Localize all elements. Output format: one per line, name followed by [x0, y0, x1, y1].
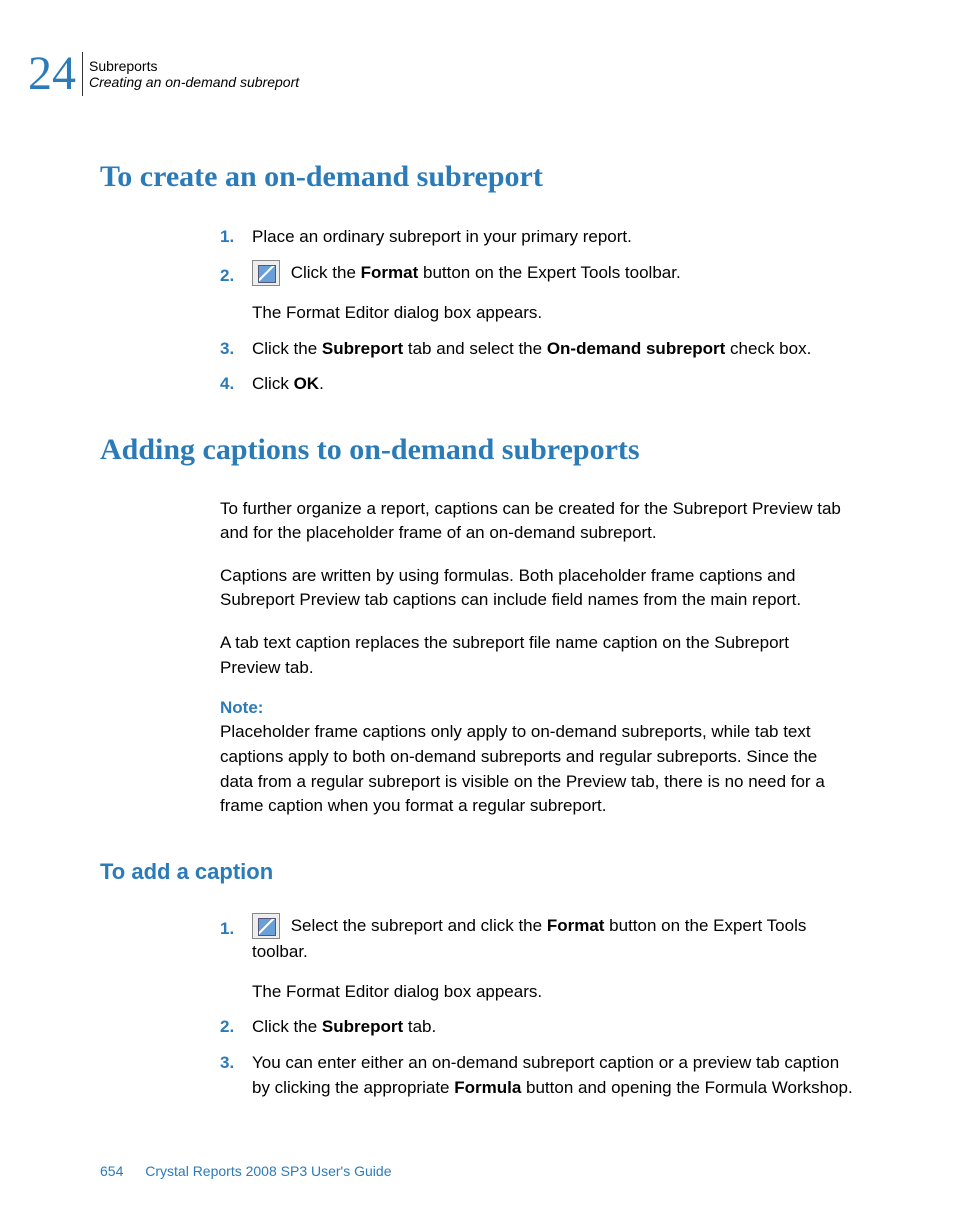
chapter-number: 24: [28, 50, 76, 98]
step-bold: Subreport: [322, 339, 403, 358]
step-bold: On-demand subreport: [547, 339, 726, 358]
step-number: 3.: [220, 336, 234, 362]
note-label: Note:: [220, 698, 854, 718]
step-number: 2.: [220, 263, 234, 289]
heading-create-subreport: To create an on-demand subreport: [100, 160, 854, 194]
step-text-part: button and opening the Formula Workshop.: [521, 1078, 852, 1097]
doc-title: Crystal Reports 2008 SP3 User's Guide: [145, 1163, 391, 1179]
heading-add-caption: To add a caption: [100, 859, 854, 885]
page-content: To create an on-demand subreport 1. Plac…: [100, 160, 854, 1125]
step-3: 3. You can enter either an on-demand sub…: [220, 1050, 854, 1101]
step-2: 2. Click the Subreport tab.: [220, 1014, 854, 1040]
step-text-part: .: [319, 374, 324, 393]
step-number: 1.: [220, 224, 234, 250]
header-divider: [82, 52, 83, 96]
paragraph: A tab text caption replaces the subrepor…: [220, 631, 854, 680]
step-bold: OK: [294, 374, 320, 393]
step-3: 3. Click the Subreport tab and select th…: [220, 336, 854, 362]
step-text-part: Select the subreport and click the: [286, 916, 547, 935]
step-text-part: Click the: [286, 263, 361, 282]
step-text-part: button on the Expert Tools toolbar.: [418, 263, 680, 282]
format-icon: [252, 913, 280, 939]
step-1: 1. Place an ordinary subreport in your p…: [220, 224, 854, 250]
step-text: Place an ordinary subreport in your prim…: [252, 227, 632, 246]
heading-adding-captions: Adding captions to on-demand subreports: [100, 433, 854, 467]
paragraph: Captions are written by using formulas. …: [220, 564, 854, 613]
step-text-part: tab and select the: [403, 339, 547, 358]
step-number: 2.: [220, 1014, 234, 1040]
header-section-title: Creating an on-demand subreport: [89, 74, 299, 90]
step-1: 1. Select the subreport and click the Fo…: [220, 913, 854, 1005]
step-followup: The Format Editor dialog box appears.: [252, 300, 854, 326]
step-bold: Format: [547, 916, 605, 935]
step-followup: The Format Editor dialog box appears.: [252, 979, 854, 1005]
paragraph: To further organize a report, captions c…: [220, 497, 854, 546]
steps-create-subreport: 1. Place an ordinary subreport in your p…: [220, 224, 854, 397]
step-number: 4.: [220, 371, 234, 397]
step-text-part: tab.: [403, 1017, 436, 1036]
step-number: 3.: [220, 1050, 234, 1076]
page-header: 24 Subreports Creating an on-demand subr…: [28, 50, 299, 98]
step-bold: Formula: [454, 1078, 521, 1097]
step-text-part: check box.: [725, 339, 811, 358]
step-text-part: Click the: [252, 339, 322, 358]
page-footer: 654 Crystal Reports 2008 SP3 User's Guid…: [100, 1163, 391, 1179]
page-number: 654: [100, 1163, 123, 1179]
step-text-part: Click: [252, 374, 294, 393]
step-bold: Subreport: [322, 1017, 403, 1036]
header-text-block: Subreports Creating an on-demand subrepo…: [89, 58, 299, 90]
steps-add-caption: 1. Select the subreport and click the Fo…: [220, 913, 854, 1101]
note-text: Placeholder frame captions only apply to…: [220, 720, 854, 819]
step-bold: Format: [361, 263, 419, 282]
step-4: 4. Click OK.: [220, 371, 854, 397]
format-icon: [252, 260, 280, 286]
section-body: To further organize a report, captions c…: [220, 497, 854, 819]
header-chapter-title: Subreports: [89, 58, 299, 74]
step-2: 2. Click the Format button on the Expert…: [220, 260, 854, 326]
step-number: 1.: [220, 916, 234, 942]
step-text-part: Click the: [252, 1017, 322, 1036]
